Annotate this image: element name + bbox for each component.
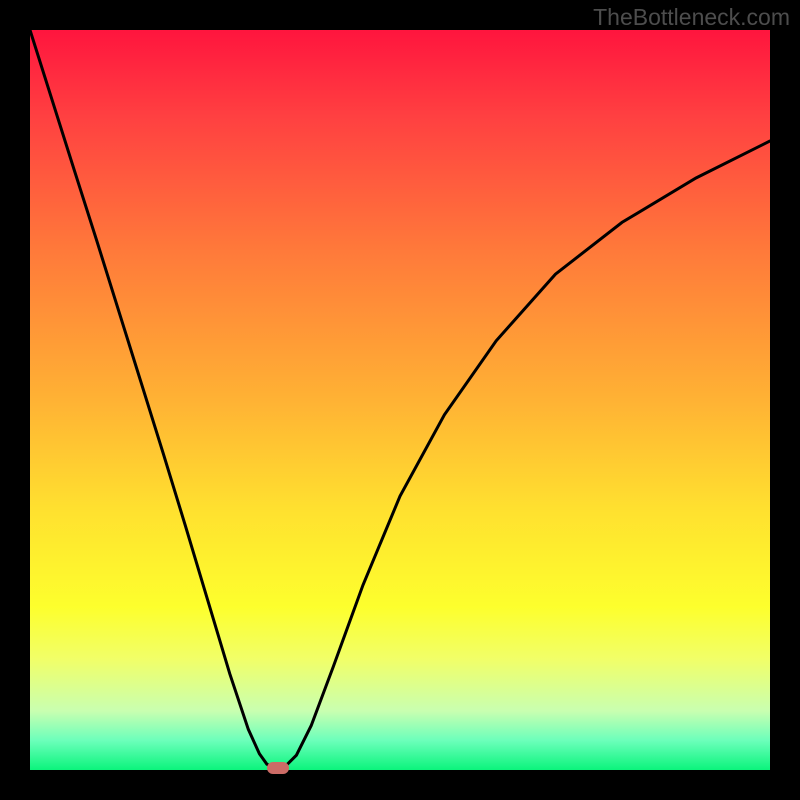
watermark-text: TheBottleneck.com: [593, 4, 790, 31]
curve-right: [285, 141, 770, 766]
minimum-marker: [267, 762, 289, 774]
curve-left: [30, 30, 271, 766]
chart-frame: TheBottleneck.com: [0, 0, 800, 800]
plot-area: [30, 30, 770, 770]
curve-svg: [30, 30, 770, 770]
